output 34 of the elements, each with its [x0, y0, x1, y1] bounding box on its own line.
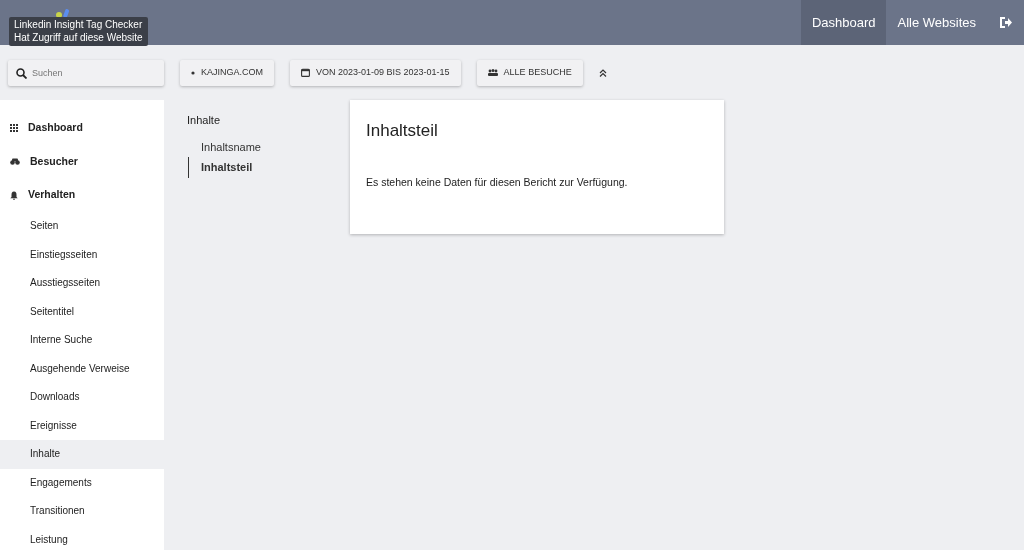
- sidebar-subitem[interactable]: Transitionen: [0, 497, 164, 526]
- bell-icon: [10, 190, 18, 200]
- logo-icon: [55, 9, 71, 19]
- sidebar-subitem[interactable]: Interne Suche: [0, 326, 164, 355]
- sidebar-item[interactable]: Dashboard: [0, 111, 164, 145]
- section-title: Inhalte: [187, 113, 221, 128]
- nav-link[interactable]: Dashboard: [800, 0, 887, 45]
- calendar-icon: [301, 68, 310, 77]
- filter-button[interactable]: KAJINGA.COM: [180, 59, 274, 86]
- sidebar-subitem[interactable]: Seitentitel: [0, 297, 164, 327]
- search-field[interactable]: Suchen: [8, 59, 164, 86]
- subnav-item[interactable]: Inhaltsname: [188, 136, 350, 157]
- nav-link[interactable]: Alle Websites: [886, 0, 987, 45]
- filter-button[interactable]: ALLE BESUCHE: [476, 59, 583, 86]
- sidebar-item[interactable]: Besucher: [0, 144, 164, 179]
- empty-message: Es stehen keine Daten für diesen Bericht zur Verfügung.: [366, 175, 628, 188]
- sidebar-subitem[interactable]: Leistung: [0, 525, 164, 550]
- tooltip: Linkedin Insight Tag Checker Hat Zugriff auf diese Website: [9, 17, 148, 46]
- sidebar-item[interactable]: Verhalten: [0, 178, 164, 213]
- binoculars-icon: [10, 158, 20, 166]
- collapse-icon[interactable]: [598, 68, 607, 77]
- dot-icon: [191, 70, 195, 75]
- report-title: Inhaltsteil: [366, 120, 438, 142]
- sidebar-subitem[interactable]: Downloads: [0, 383, 164, 412]
- sidebar-subitem[interactable]: Ausstiegsseiten: [0, 269, 164, 298]
- group-icon: [487, 69, 498, 76]
- sidebar-subitem[interactable]: Einstiegsseiten: [0, 240, 164, 270]
- filter-button[interactable]: VON 2023-01-09 BIS 2023-01-15: [290, 59, 461, 86]
- sidebar-subitem[interactable]: Seiten: [0, 212, 164, 241]
- sidebar-subitem[interactable]: Ereignisse: [0, 411, 164, 441]
- sidebar-subitem[interactable]: Ausgehende Verweise: [0, 354, 164, 384]
- sidebar-subitem[interactable]: Inhalte: [0, 440, 164, 469]
- grid-icon: [10, 123, 18, 132]
- sidebar-subitem[interactable]: Engagements: [0, 468, 164, 498]
